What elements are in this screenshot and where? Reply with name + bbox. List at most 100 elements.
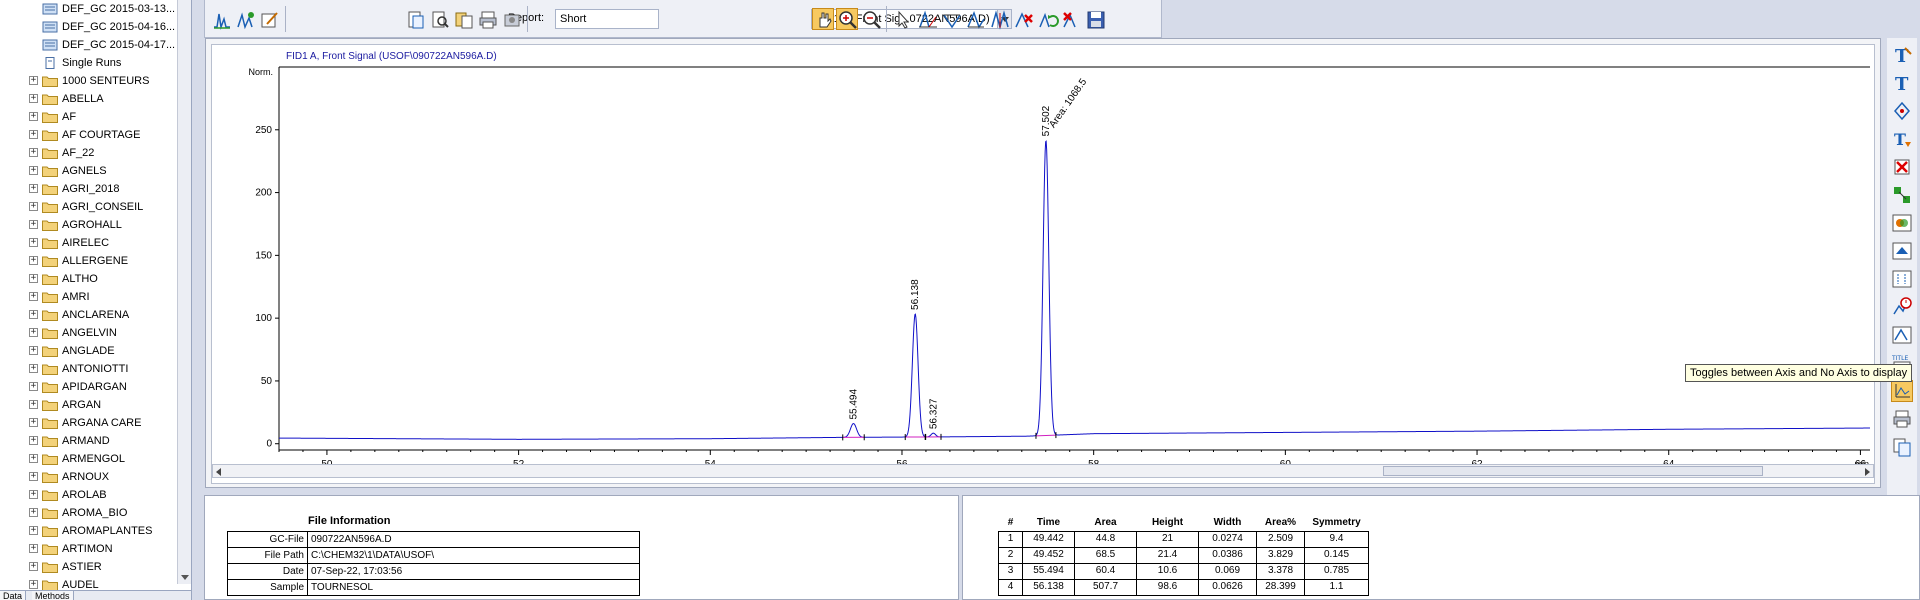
peak-table-header[interactable]: Area% <box>1257 515 1305 531</box>
peak-table-row[interactable]: 4 56.138 507.7 98.6 0.0626 28.399 1.1 <box>998 578 1369 596</box>
scroll-right-icon[interactable] <box>1865 468 1870 476</box>
report-setup-icon[interactable] <box>404 8 426 30</box>
expand-icon[interactable]: + <box>29 490 38 499</box>
expand-icon[interactable]: + <box>29 220 38 229</box>
peak-table-row[interactable]: 1 49.442 44.8 21 0.0274 2.509 9.4 <box>998 530 1369 548</box>
draw-baseline-icon[interactable] <box>916 8 938 30</box>
expand-icon[interactable]: + <box>29 508 38 517</box>
chromatogram-chart[interactable]: 050100150200250Norm.50 52 54 56 58 60 62 64 66mi… <box>212 45 1876 465</box>
scale-options-icon[interactable] <box>1891 184 1913 206</box>
print-icon[interactable] <box>476 8 498 30</box>
peak-table-header[interactable]: Height <box>1137 515 1199 531</box>
expand-icon[interactable]: + <box>29 400 38 409</box>
peak-table-cell: 9.4 <box>1304 530 1369 548</box>
scroll-left-icon[interactable] <box>216 468 221 476</box>
manual-integration-icon[interactable] <box>940 8 962 30</box>
select-cursor-icon[interactable] <box>892 8 914 30</box>
nav-tab-methods[interactable]: Methods <box>32 591 74 600</box>
expand-icon[interactable]: + <box>29 310 38 319</box>
file-info-row: Date 07-Sep-22, 17:03:56 <box>227 563 640 580</box>
folder-icon <box>42 274 58 285</box>
expand-icon[interactable]: + <box>29 112 38 121</box>
expand-icon[interactable]: + <box>29 274 38 283</box>
split-peak-icon[interactable] <box>988 8 1010 30</box>
delete-peak-icon[interactable] <box>1012 8 1034 30</box>
peak-table-header[interactable]: Symmetry <box>1305 515 1369 531</box>
peak-table-header[interactable]: Time <box>1023 515 1075 531</box>
chromatogram-view-icon[interactable] <box>210 8 232 30</box>
tree-item-label: DEF_GC 2015-03-13... <box>62 3 176 15</box>
print-preview-icon[interactable] <box>428 8 450 30</box>
zoom-out-icon[interactable] <box>860 8 882 30</box>
peak-table-header[interactable]: Area <box>1075 515 1137 531</box>
edit-events-icon[interactable] <box>258 8 280 30</box>
export-icon[interactable] <box>500 8 522 30</box>
expand-icon[interactable]: + <box>29 328 38 337</box>
peak-labels-icon[interactable] <box>1891 268 1913 290</box>
zoom-in-icon[interactable] <box>836 8 858 30</box>
delete-annotation-icon[interactable] <box>1891 156 1913 178</box>
pan-icon[interactable] <box>812 8 834 30</box>
move-text-icon[interactable]: T <box>1891 128 1913 150</box>
expand-icon[interactable]: + <box>29 436 38 445</box>
expand-icon[interactable]: + <box>29 346 38 355</box>
expand-icon[interactable]: + <box>29 562 38 571</box>
reset-view-icon[interactable] <box>1891 240 1913 262</box>
copy-chromatogram-icon[interactable] <box>1891 436 1913 458</box>
horizontal-scrollbar[interactable] <box>212 464 1874 478</box>
expand-icon[interactable]: + <box>29 130 38 139</box>
peak-table-cell: 2 <box>998 546 1023 564</box>
peak-table-header[interactable]: Width <box>1199 515 1257 531</box>
expand-icon[interactable]: + <box>29 526 38 535</box>
expand-icon[interactable]: + <box>29 148 38 157</box>
peak-table-row[interactable]: 3 55.494 60.4 10.6 0.069 3.378 0.785 <box>998 562 1369 580</box>
signal-trace <box>279 140 1871 440</box>
expand-icon[interactable]: + <box>29 76 38 85</box>
add-text-icon[interactable]: T <box>1891 72 1913 95</box>
nav-tab-data[interactable]: Data <box>0 591 27 600</box>
y-tick-label: 50 <box>261 376 273 387</box>
save-integration-icon[interactable] <box>1084 8 1106 30</box>
folder-icon <box>42 310 58 321</box>
tangent-skim-icon[interactable] <box>964 8 986 30</box>
expand-icon[interactable]: + <box>29 472 38 481</box>
print-chromatogram-icon[interactable] <box>1891 408 1913 430</box>
folder-icon <box>42 454 58 465</box>
remove-events-icon[interactable] <box>1060 8 1082 30</box>
report-style-field[interactable]: Short <box>555 9 659 29</box>
peak-table-panel: # Time Area Height Width Area% Symmetry 1 49.44… <box>962 495 1920 600</box>
tree-item-label: AGRI_2018 <box>62 183 120 195</box>
copy-report-icon[interactable] <box>452 8 474 30</box>
expand-icon[interactable]: + <box>29 292 38 301</box>
scroll-down-icon[interactable] <box>181 575 189 580</box>
expand-icon[interactable]: + <box>29 382 38 391</box>
peak-table-row[interactable]: 2 49.452 68.5 21.4 0.0386 3.829 0.145 <box>998 546 1369 564</box>
axis-toggle-icon[interactable] <box>1891 380 1913 402</box>
expand-icon[interactable]: + <box>29 256 38 265</box>
expand-icon[interactable]: + <box>29 580 38 589</box>
expand-icon[interactable]: + <box>29 238 38 247</box>
svg-text:TITLE: TITLE <box>1891 355 1908 362</box>
tree-scrollbar[interactable] <box>177 0 191 584</box>
expand-icon[interactable]: + <box>29 202 38 211</box>
y-tick-label: 250 <box>255 125 272 136</box>
file-info-value: 07-Sep-22, 17:03:56 <box>307 563 640 580</box>
chromatogram-plot-area[interactable]: FID1 A, Front Signal (USOF\090722AN596A.… <box>211 44 1875 484</box>
expand-icon[interactable]: + <box>29 94 38 103</box>
draw-line-icon[interactable] <box>1891 100 1913 122</box>
peak-table-header[interactable]: # <box>999 515 1023 531</box>
expand-icon[interactable]: + <box>29 364 38 373</box>
integrate-icon[interactable] <box>234 8 256 30</box>
time-axis-icon[interactable] <box>1891 296 1913 318</box>
baseline-options-icon[interactable] <box>1891 324 1913 346</box>
expand-icon[interactable]: + <box>29 166 38 175</box>
expand-icon[interactable]: + <box>29 184 38 193</box>
scroll-thumb[interactable] <box>1383 466 1763 476</box>
expand-icon[interactable]: + <box>29 418 38 427</box>
expand-icon[interactable]: + <box>29 454 38 463</box>
peak-table-cell: 49.442 <box>1022 530 1075 548</box>
expand-icon[interactable]: + <box>29 544 38 553</box>
text-format-icon[interactable]: T <box>1891 44 1913 67</box>
color-options-icon[interactable] <box>1891 212 1913 234</box>
undo-integration-icon[interactable] <box>1036 8 1059 30</box>
